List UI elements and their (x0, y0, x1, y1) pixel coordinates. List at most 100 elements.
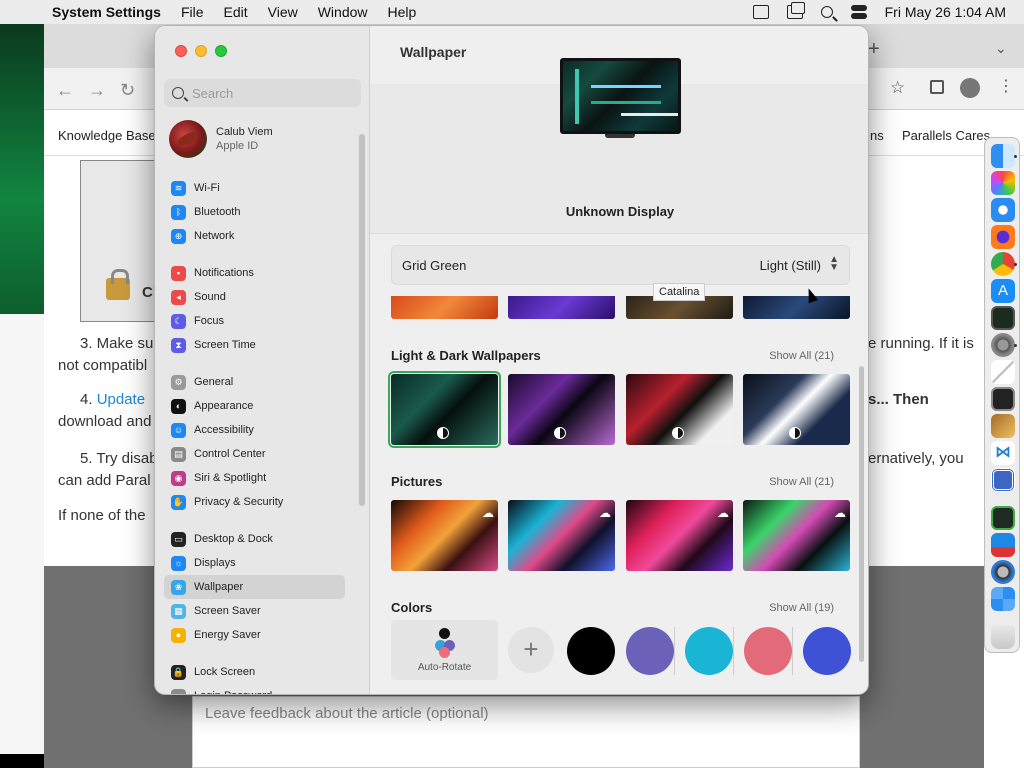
wallpaper-grid-green[interactable] (388, 371, 501, 448)
reload-icon[interactable]: ↻ (120, 80, 135, 101)
control-center-icon[interactable] (850, 5, 867, 19)
menu-view[interactable]: View (268, 4, 298, 20)
sidebar-item-login-password[interactable]: • Login Password (164, 684, 345, 694)
chrome-icon[interactable] (991, 252, 1015, 276)
menu-window[interactable]: Window (318, 4, 368, 20)
sidebar-item-label: Bluetooth (194, 206, 241, 218)
bookmark-star-icon[interactable]: ☆ (890, 78, 905, 98)
wallpaper-red-waves[interactable] (626, 374, 733, 445)
tab-list-chevron-icon[interactable]: ⌄ (995, 40, 1007, 57)
sidebar-item-control-center[interactable]: ▤ Control Center (164, 442, 345, 466)
sidebar-item-energy-saver[interactable]: ● Energy Saver (164, 623, 345, 647)
sidebar-item-appearance[interactable]: ◐ Appearance (164, 394, 345, 418)
picture-orange-swirl[interactable]: ☁ (391, 500, 498, 571)
sidebar-scrollbar[interactable] (359, 134, 365, 506)
safari-icon[interactable] (991, 198, 1015, 222)
picture-pink-swirl[interactable]: ☁ (626, 500, 733, 571)
sidebar-item-label: Network (194, 230, 235, 242)
add-color-button[interactable]: + (508, 627, 554, 673)
sidebar-item-accessibility[interactable]: ☺ Accessibility (164, 418, 345, 442)
display-preview-monitor[interactable] (560, 58, 681, 134)
bookmark-knowledge-base[interactable]: Knowledge Base (58, 128, 156, 143)
wallpaper-grid-purple[interactable] (508, 374, 615, 445)
screen-sharing-icon[interactable] (991, 468, 1015, 492)
apple-id-account[interactable]: Calub Viem Apple ID (169, 120, 273, 158)
sidebar-item-lock-screen[interactable]: 🔒 Lock Screen (164, 660, 345, 684)
colors-show-all[interactable]: Show All (19) (769, 602, 834, 614)
sidebar-item-screen-saver[interactable]: ▦ Screen Saver (164, 599, 345, 623)
new-tab-icon[interactable]: + (868, 38, 880, 61)
color-swatch[interactable] (744, 627, 792, 675)
zoom-window-button[interactable] (215, 45, 227, 57)
xcode-tools-icon[interactable] (991, 414, 1015, 438)
wallpaper-blue-waves[interactable] (743, 374, 850, 445)
firefox-icon[interactable] (991, 225, 1015, 249)
sidebar-item-screen-time[interactable]: ⧗ Screen Time (164, 333, 345, 357)
sidebar-item-notifications[interactable]: ▪ Notifications (164, 261, 345, 285)
quicktime-icon[interactable] (991, 560, 1015, 584)
spotlight-icon[interactable] (820, 6, 833, 18)
color-swatch[interactable] (685, 627, 733, 675)
back-arrow-icon[interactable]: ← (56, 80, 74, 101)
minimize-window-button[interactable] (195, 45, 207, 57)
light-dark-show-all[interactable]: Show All (21) (769, 350, 834, 362)
sidebar-item-general[interactable]: ⚙ General (164, 370, 345, 394)
window-stack-icon[interactable] (786, 2, 805, 19)
wallpaper-thumb-partial[interactable] (391, 296, 498, 319)
sidebar-item-sound[interactable]: ◂ Sound (164, 285, 345, 309)
terminal-icon[interactable] (991, 387, 1015, 411)
sidebar-screen-saver-icon: ▦ (171, 603, 186, 619)
auto-rotate-tile[interactable]: Auto-Rotate (391, 620, 498, 680)
sidebar-item-focus[interactable]: ☾ Focus (164, 309, 345, 333)
script-editor-icon[interactable] (991, 360, 1015, 384)
sidebar-item-privacy-security[interactable]: ✋ Privacy & Security (164, 490, 345, 514)
launchpad-icon[interactable] (991, 171, 1015, 195)
sidebar-item-wi-fi[interactable]: ≋ Wi-Fi (164, 176, 345, 200)
sidebar-item-desktop-dock[interactable]: ▭ Desktop & Dock (164, 527, 345, 551)
activity-terminal-icon[interactable] (991, 506, 1015, 530)
trash-icon[interactable] (991, 625, 1015, 649)
app-store-icon[interactable]: A (991, 279, 1015, 303)
color-swatch[interactable] (567, 627, 615, 675)
color-swatch[interactable] (626, 627, 674, 675)
forward-arrow-icon[interactable]: → (88, 80, 106, 101)
windows-icon[interactable] (991, 587, 1015, 611)
menu-app-name[interactable]: System Settings (52, 4, 161, 20)
browser-menu-icon[interactable]: ⋮ (998, 76, 1014, 96)
color-swatch[interactable] (803, 627, 851, 675)
finder-icon[interactable] (991, 144, 1015, 168)
sidebar-search[interactable] (164, 79, 361, 107)
close-window-button[interactable] (175, 45, 187, 57)
sidebar-item-displays[interactable]: ☼ Displays (164, 551, 345, 575)
menu-edit[interactable]: Edit (224, 4, 248, 20)
system-settings-icon[interactable] (991, 333, 1015, 357)
sidebar-search-input[interactable] (192, 85, 352, 101)
feedback-input[interactable]: Leave feedback about the article (option… (192, 696, 860, 768)
parallels-icon[interactable] (991, 533, 1015, 557)
wallpaper-thumb-catalina[interactable] (743, 296, 850, 319)
update-link[interactable]: Update (97, 391, 145, 408)
menu-file[interactable]: File (181, 4, 204, 20)
menubar-clock[interactable]: Fri May 26 1:04 AM (885, 4, 1006, 20)
bookmark-partial[interactable]: ns (870, 128, 884, 143)
terminal-dark-icon[interactable] (991, 306, 1015, 330)
picture-blue-swirl[interactable]: ☁ (508, 500, 615, 571)
content-scrollbar[interactable] (859, 366, 864, 662)
settings-sidebar: Calub Viem Apple ID ≋ Wi-Fi ᛒ Bluetooth ⊕ Net… (155, 26, 370, 694)
bookmark-parallels-cares[interactable]: Parallels Cares (902, 128, 990, 143)
sidebar-toggle-icon[interactable] (752, 5, 769, 19)
menu-help[interactable]: Help (388, 4, 417, 20)
side-panel-icon[interactable] (930, 80, 944, 94)
sidebar-item-wallpaper[interactable]: ❀ Wallpaper (164, 575, 345, 599)
sidebar-siri-spotlight-icon: ◉ (171, 470, 186, 486)
sidebar-item-siri-spotlight[interactable]: ◉ Siri & Spotlight (164, 466, 345, 490)
appearance-mode-select[interactable]: Light (Still) (760, 258, 821, 273)
pictures-show-all[interactable]: Show All (21) (769, 476, 834, 488)
sidebar-item-bluetooth[interactable]: ᛒ Bluetooth (164, 200, 345, 224)
profile-avatar-icon[interactable] (960, 78, 980, 98)
vscode-icon[interactable]: ⋈ (991, 441, 1015, 465)
picture-green-swirl[interactable]: ☁ (743, 500, 850, 571)
mode-stepper-icon[interactable]: ▲ ▼ (829, 255, 839, 273)
sidebar-item-network[interactable]: ⊕ Network (164, 224, 345, 248)
wallpaper-thumb-partial[interactable] (508, 296, 615, 319)
